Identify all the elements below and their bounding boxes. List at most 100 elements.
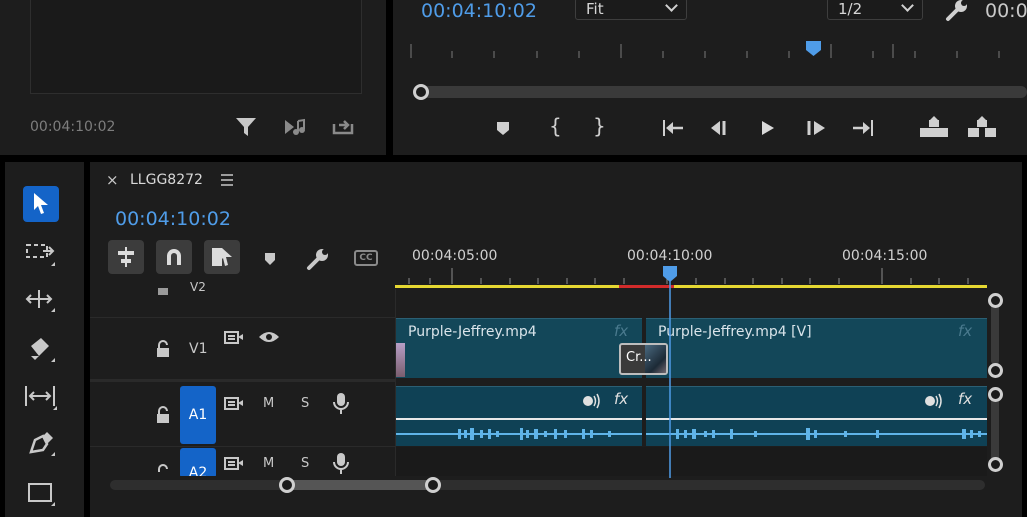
fit-dropdown[interactable]: Fit (575, 0, 687, 20)
snap-button[interactable] (156, 240, 192, 274)
extract-icon[interactable] (967, 116, 997, 138)
clip-a1-right-volume-line[interactable] (646, 418, 987, 420)
timeline-playhead[interactable] (662, 266, 678, 478)
mark-in-icon[interactable]: { (549, 114, 562, 138)
program-monitor-panel: 00:04:10:02 Fit 1/2 00:0 { } (393, 0, 1027, 155)
clip-a1-left[interactable]: fx (396, 386, 642, 446)
program-duration-timecode: 00:0 (985, 0, 1027, 22)
timeline-zoom-left-handle[interactable] (279, 477, 295, 493)
selection-arrow-icon (34, 193, 48, 214)
clip-a1-right-waveform (646, 428, 987, 440)
resolution-dropdown[interactable]: 1/2 (827, 0, 923, 20)
lift-icon[interactable] (919, 116, 949, 138)
track-select-tool-icon[interactable] (25, 242, 57, 268)
a1-lock-icon[interactable] (154, 406, 172, 424)
play-icon[interactable] (759, 119, 777, 137)
clip-a1-right[interactable]: fx (646, 386, 987, 446)
step-forward-icon[interactable] (805, 119, 827, 137)
timeline-zoom-scrollbar-track[interactable] (110, 480, 985, 490)
a2-mute-button[interactable]: M (263, 456, 274, 471)
source-preview-area (30, 0, 362, 94)
video-tracks-scrollbar[interactable] (991, 300, 999, 364)
clip-v1-left[interactable]: Purple-Jeffrey.mp4 fx (396, 318, 642, 378)
ruler-label-3: 00:04:15:00 (842, 248, 928, 264)
slip-tool-icon[interactable] (23, 384, 59, 410)
track-a2-target[interactable]: A2 (180, 448, 216, 478)
pen-tool-icon[interactable] (27, 430, 57, 458)
rectangle-tool-icon[interactable] (27, 480, 57, 508)
timeline-zoom-right-handle[interactable] (425, 477, 441, 493)
export-frame-icon[interactable] (332, 116, 354, 136)
v1-lock-icon[interactable] (154, 340, 172, 358)
go-to-in-icon[interactable] (661, 118, 685, 138)
razor-tool-icon[interactable] (25, 336, 57, 364)
go-to-out-icon[interactable] (851, 118, 875, 138)
linked-selection-button[interactable] (204, 240, 240, 274)
clip-a1-right-fx-badge[interactable]: fx (958, 390, 972, 408)
linked-selection-icon (212, 248, 232, 266)
a2-microphone-icon[interactable] (332, 452, 350, 476)
clip-a1-right-voice-icon (925, 393, 942, 409)
step-back-icon[interactable] (709, 119, 731, 137)
panel-menu-icon[interactable] (220, 174, 234, 186)
timeline-add-marker-icon[interactable] (263, 252, 277, 266)
track-v1-label: V1 (189, 341, 208, 357)
timeline-settings-wrench-icon[interactable] (306, 247, 330, 271)
a1-mute-button[interactable]: M (263, 396, 274, 411)
tools-panel (5, 162, 84, 517)
program-timecode[interactable]: 00:04:10:02 (421, 0, 537, 22)
filter-icon[interactable] (235, 116, 257, 138)
work-area-bar (395, 285, 987, 288)
track-v2-label: V2 (190, 280, 206, 294)
transition-label: Cr... (626, 350, 652, 365)
clip-v1-right[interactable]: Purple-Jeffrey.mp4 [V] fx (646, 318, 987, 378)
wrench-icon[interactable] (945, 0, 969, 22)
program-zoom-scrollbar[interactable] (421, 86, 1027, 98)
clip-v1-left-fx-badge[interactable]: fx (614, 322, 628, 340)
ruler-label-2: 00:04:10:00 (627, 248, 713, 264)
captions-icon[interactable]: CC (354, 250, 378, 266)
cross-dissolve-transition[interactable]: Cr... (619, 343, 668, 375)
timeline-zoom-scrollbar-thumb[interactable] (287, 480, 433, 490)
audio-scroll-bottom-handle[interactable] (988, 457, 1003, 472)
selection-tool-button[interactable] (23, 186, 59, 222)
a2-sync-lock-icon[interactable] (224, 456, 244, 472)
clip-a1-left-voice-icon (583, 393, 600, 409)
clip-v1-right-name: Purple-Jeffrey.mp4 [V] (658, 324, 812, 340)
a1-microphone-icon[interactable] (332, 392, 350, 416)
mark-out-icon[interactable]: } (593, 114, 606, 138)
clip-a1-left-fx-badge[interactable]: fx (614, 390, 628, 408)
a1-sync-lock-icon[interactable] (224, 396, 244, 412)
ripple-edit-tool-icon[interactable] (25, 288, 57, 314)
timeline-panel: × LLGG8272 00:04:10:02 CC 00:04:05:00 00… (90, 162, 1022, 517)
ruler-label-1: 00:04:05:00 (412, 248, 498, 264)
program-mini-ruler[interactable] (393, 38, 1027, 64)
chevron-down-icon (665, 0, 678, 12)
timeline-playhead-timecode[interactable]: 00:04:10:02 (115, 208, 231, 230)
a2-solo-button[interactable]: S (301, 456, 309, 471)
audio-scroll-top-handle[interactable] (988, 387, 1003, 402)
fit-dropdown-label: Fit (586, 0, 604, 18)
video-scroll-bottom-handle[interactable] (988, 363, 1003, 378)
sequence-tab-name[interactable]: LLGG8272 (130, 172, 203, 188)
program-zoom-handle[interactable] (413, 84, 429, 100)
track-a1-target[interactable]: A1 (180, 386, 216, 444)
v1-eye-icon[interactable] (258, 330, 280, 344)
v2-lock-icon[interactable] (156, 282, 170, 296)
a1-solo-button[interactable]: S (301, 396, 309, 411)
time-ruler[interactable] (395, 266, 992, 290)
clip-v1-left-name: Purple-Jeffrey.mp4 (408, 324, 537, 340)
nest-sequence-button[interactable] (108, 240, 144, 274)
source-timecode[interactable]: 00:04:10:02 (30, 119, 115, 135)
clip-v1-left-thumbnail (396, 343, 405, 377)
video-scroll-top-handle[interactable] (988, 293, 1003, 308)
chevron-down-icon (901, 0, 914, 12)
audio-tracks-scrollbar[interactable] (991, 394, 999, 464)
add-marker-icon[interactable] (495, 120, 511, 136)
track-a2-area[interactable] (396, 447, 987, 476)
v1-sync-lock-icon[interactable] (224, 330, 244, 346)
close-sequence-tab-icon[interactable]: × (106, 171, 119, 189)
clip-a1-left-volume-line[interactable] (396, 418, 642, 420)
insert-audio-icon[interactable] (284, 117, 308, 137)
clip-v1-right-fx-badge[interactable]: fx (958, 322, 972, 340)
